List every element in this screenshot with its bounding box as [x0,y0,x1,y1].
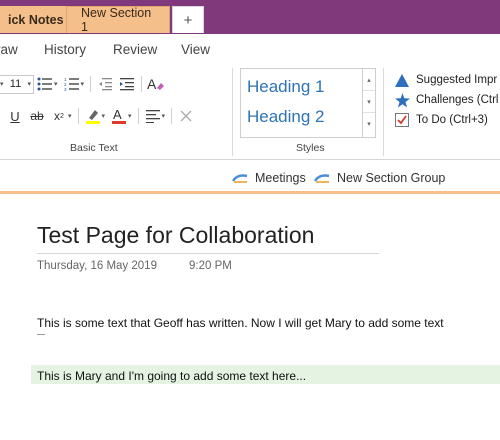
align-dropdown-icon[interactable]: ▾ [162,112,166,120]
numbering-icon[interactable]: 123 [61,74,83,94]
styles-more-icon[interactable]: ▾ [363,113,375,135]
page-date: Thursday, 16 May 2019 [37,260,157,272]
bullets-icon[interactable] [34,74,56,94]
section-link-label: New Section Group [337,171,446,185]
style-heading-1[interactable]: Heading 1 [247,77,325,97]
highlight-icon[interactable] [82,106,104,126]
svg-text:3: 3 [64,87,67,91]
triangle-icon [394,72,410,88]
bullets-dropdown-icon[interactable]: ▾ [54,80,58,88]
styles-scroll: ▴ ▾ ▾ [362,69,375,137]
clear-formatting-icon[interactable]: A [145,74,167,94]
text-cursor-marker [37,334,45,335]
font-color-icon[interactable]: A [108,106,130,126]
tab-review[interactable]: Review [113,42,181,57]
strikethrough-icon[interactable]: ab [26,106,48,126]
tag-to-do[interactable]: To Do (Ctrl+3) [394,112,488,128]
font-size-caret-left-icon: ▾ [0,81,4,88]
styles-scroll-down-icon[interactable]: ▾ [363,91,375,113]
group-separator [232,68,233,156]
decrease-indent-icon[interactable] [94,74,116,94]
section-link-label: Meetings [255,171,306,185]
ribbon-divider [137,108,139,124]
group-separator [383,68,384,156]
ribbon-divider [77,108,79,124]
styles-gallery: Heading 1 Heading 2 ▴ ▾ ▾ [240,68,376,138]
star-icon [394,92,410,108]
section-tab-new-section-1[interactable]: New Section 1 [66,6,170,34]
align-icon[interactable] [142,106,164,126]
page-title[interactable]: Test Page for Collaboration [37,222,314,249]
checkbox-icon [394,112,410,128]
styles-scroll-up-icon[interactable]: ▴ [363,69,375,91]
section-link-meetings[interactable]: Meetings [232,171,306,185]
ribbon: ▾ 11 ▾ ▾ 123 ▾ A U ab x2 ▾ ▾ A ▾ ▾ Basic… [0,64,500,160]
highlight-dropdown-icon[interactable]: ▾ [102,112,106,120]
title-underline [37,253,379,254]
basic-text-row-2: U ab x2 ▾ ▾ A ▾ ▾ [4,106,197,126]
tab-history[interactable]: History [44,42,113,57]
tab-draw[interactable]: raw [0,42,44,57]
tab-view[interactable]: View [181,42,241,57]
style-heading-2[interactable]: Heading 2 [247,107,325,127]
ribbon-divider [90,76,92,92]
tag-label: To Do (Ctrl+3) [416,114,488,126]
page-time: 9:20 PM [189,260,232,272]
styles-group-label: Styles [296,142,325,154]
ribbon-divider [171,108,173,124]
svg-text:A: A [147,76,157,92]
section-group-icon [314,174,330,183]
font-size-value: 11 [9,78,22,90]
underline-icon[interactable]: U [4,106,26,126]
svg-text:A: A [113,107,122,122]
section-link-new-section-group[interactable]: New Section Group [314,171,445,185]
section-group-icon [232,174,248,183]
clear-icon[interactable] [175,106,197,126]
numbering-dropdown-icon[interactable]: ▾ [81,80,85,88]
basic-text-row-1: ▾ 11 ▾ ▾ 123 ▾ A [0,74,167,94]
font-color-dropdown-icon[interactable]: ▾ [128,112,132,120]
tag-label: Challenges (Ctrl [416,94,499,106]
tag-suggested-improvement[interactable]: Suggested Impr [394,72,497,88]
subscript-icon[interactable]: x2 [48,106,70,126]
subscript-dropdown-icon[interactable]: ▾ [68,112,72,120]
font-size-select[interactable]: ▾ 11 ▾ [0,74,34,94]
ribbon-tabs: raw History Review View [0,34,500,64]
ribbon-divider [141,76,143,92]
basic-text-group-label: Basic Text [70,142,118,154]
tag-challenges[interactable]: Challenges (Ctrl [394,92,498,108]
note-text-geoff[interactable]: This is some text that Geoff has written… [37,316,444,330]
add-section-button[interactable]: + [172,6,204,33]
font-size-caret-icon: ▾ [27,81,31,88]
note-text-mary[interactable]: This is Mary and I'm going to add some t… [37,369,306,383]
increase-indent-icon[interactable] [116,74,138,94]
tag-label: Suggested Impr [416,74,498,86]
